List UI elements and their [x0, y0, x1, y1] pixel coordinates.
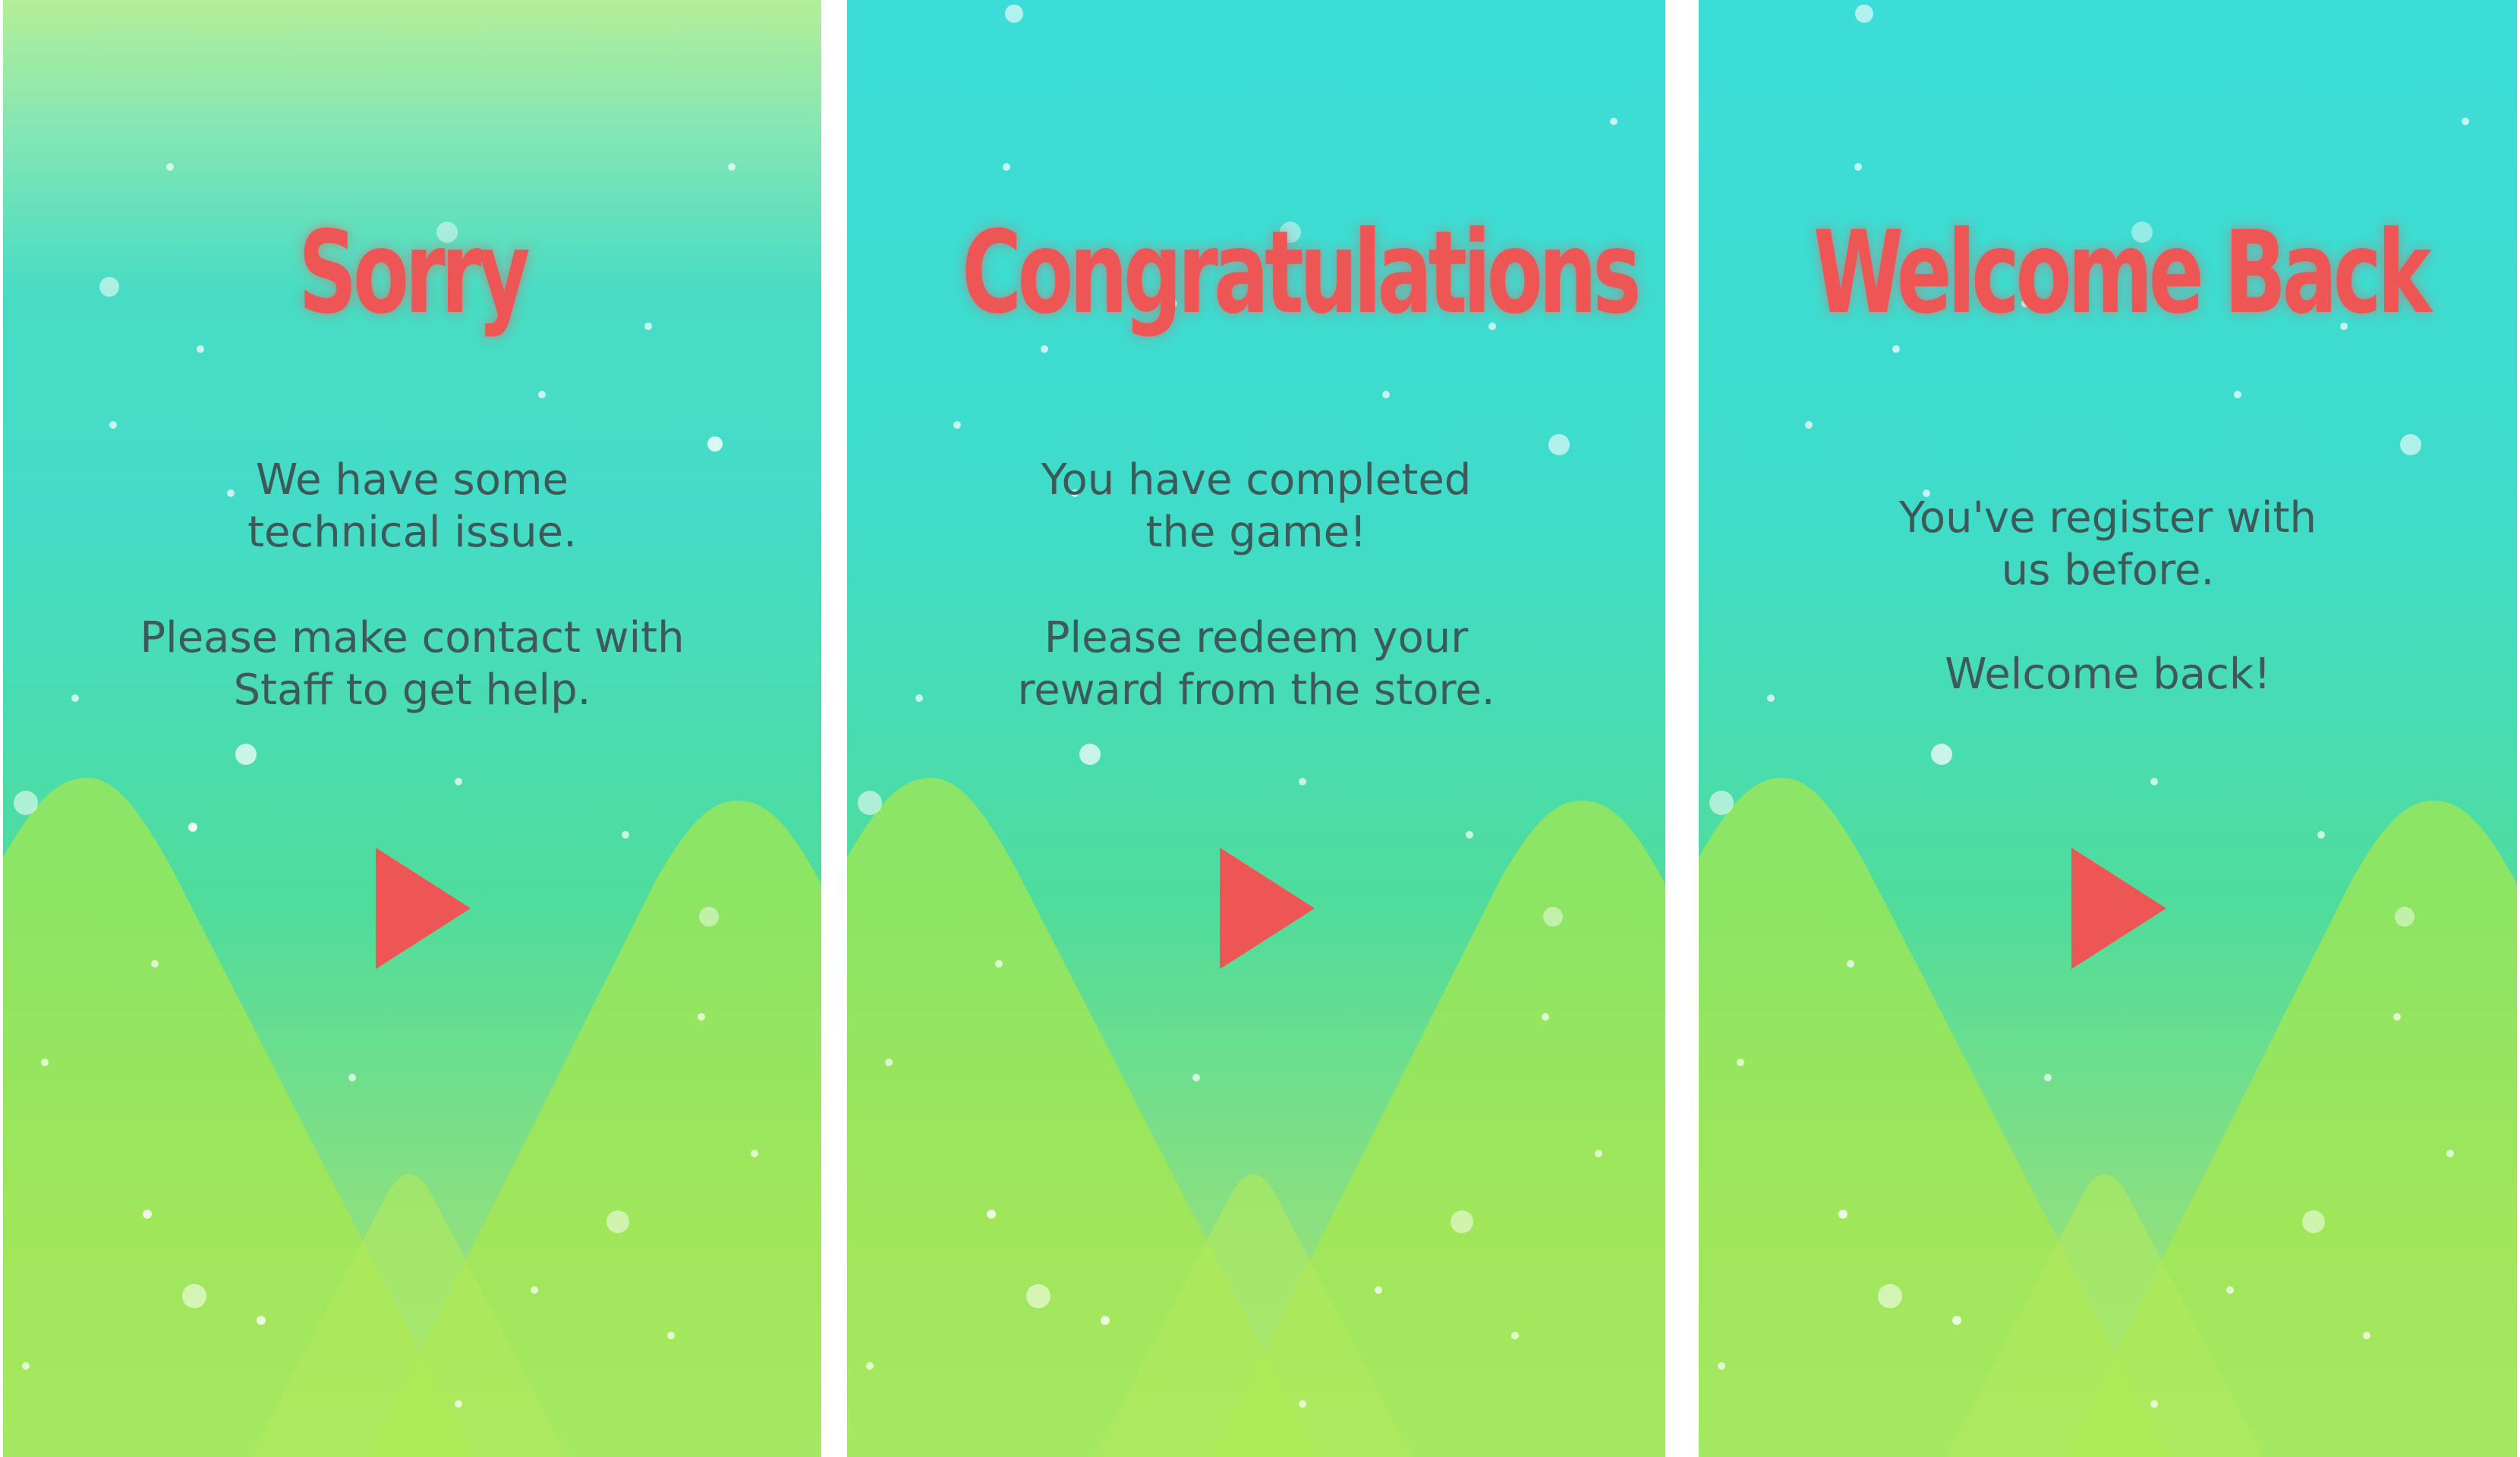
screen-title: Congratulations [961, 207, 1642, 339]
play-button[interactable] [376, 848, 471, 969]
message-block-2: Please redeem your reward from the store… [847, 612, 1665, 716]
message-line: the game! [1145, 508, 1367, 557]
play-triangle-icon[interactable] [1216, 844, 1318, 973]
message-line: We have some [256, 455, 569, 505]
message-block-1: You've register with us before. [1699, 492, 2517, 596]
play-button[interactable] [1220, 848, 1315, 969]
message-block-1: We have some technical issue. [3, 454, 821, 559]
play-button[interactable] [2071, 848, 2166, 969]
screen-title: Welcome Back [1813, 207, 2432, 339]
message-block-2: Welcome back! [1699, 648, 2517, 700]
message-line: You have completed [1041, 455, 1472, 505]
message-line: Staff to get help. [233, 666, 591, 715]
message-line: reward from the store. [1017, 666, 1495, 715]
message-block-1: You have completed the game! [847, 454, 1665, 559]
screen-sorry: Sorry We have some technical issue. Plea… [3, 0, 821, 1457]
screen-congratulations: Congratulations You have completed the g… [847, 0, 1665, 1457]
message-block-2: Please make contact with Staff to get he… [3, 612, 821, 716]
message-line: Please make contact with [140, 613, 685, 662]
message-line: us before. [2001, 546, 2215, 595]
play-triangle-icon[interactable] [372, 844, 474, 973]
message-line: technical issue. [247, 508, 577, 557]
message-line: You've register with [1899, 493, 2317, 543]
message-line: Welcome back! [1945, 650, 2271, 699]
message-line: Please redeem your [1044, 613, 1469, 662]
screen-title: Sorry [298, 207, 531, 339]
screen-welcome-back: Welcome Back You've register with us bef… [1699, 0, 2517, 1457]
play-triangle-icon[interactable] [2068, 844, 2170, 973]
